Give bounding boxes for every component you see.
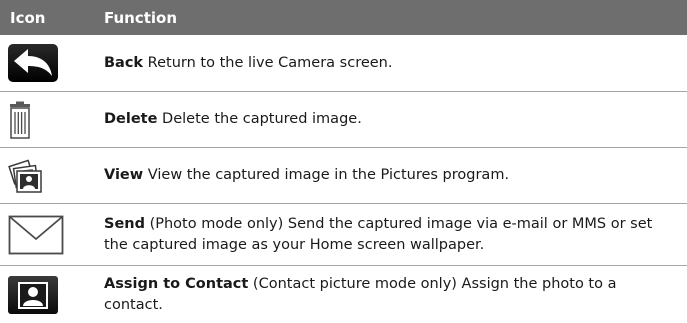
function-description: Back Return to the live Camera screen.: [104, 53, 687, 74]
back-arrow-icon: [0, 44, 104, 82]
table-row-view: View View the captured image in the Pict…: [0, 148, 687, 204]
trash-bin-icon: [0, 101, 104, 139]
table-row-back: Back Return to the live Camera screen.: [0, 35, 687, 92]
function-text: Return to the live Camera screen.: [143, 54, 393, 71]
table-header: Icon Function: [0, 0, 687, 35]
contact-portrait-icon: [0, 275, 104, 314]
icon-function-table: Icon Function Back Return to the live Ca…: [0, 0, 687, 323]
function-term: Send: [104, 215, 145, 232]
function-term: View: [104, 167, 144, 183]
function-text: View the captured image in the Pictures …: [143, 167, 510, 183]
function-description: Send (Photo mode only) Send the captured…: [104, 214, 687, 256]
table-row-assign-to-contact: Assign to Contact (Contact picture mode …: [0, 266, 687, 323]
table-row-delete: Delete Delete the captured image.: [0, 92, 687, 148]
header-icon-column: Icon: [10, 8, 46, 27]
function-text: (Photo mode only) Send the captured imag…: [104, 215, 653, 253]
function-description: Assign to Contact (Contact picture mode …: [104, 274, 687, 316]
function-text: Delete the captured image.: [157, 111, 362, 127]
function-description: View View the captured image in the Pict…: [104, 165, 687, 186]
photo-stack-icon: [0, 158, 104, 194]
function-term: Back: [104, 54, 144, 71]
envelope-icon: [0, 215, 104, 255]
table-row-send: Send (Photo mode only) Send the captured…: [0, 204, 687, 266]
function-description: Delete Delete the captured image.: [104, 109, 687, 130]
function-term: Delete: [104, 111, 158, 127]
header-function-column: Function: [104, 8, 178, 27]
function-term: Assign to Contact: [104, 275, 249, 292]
